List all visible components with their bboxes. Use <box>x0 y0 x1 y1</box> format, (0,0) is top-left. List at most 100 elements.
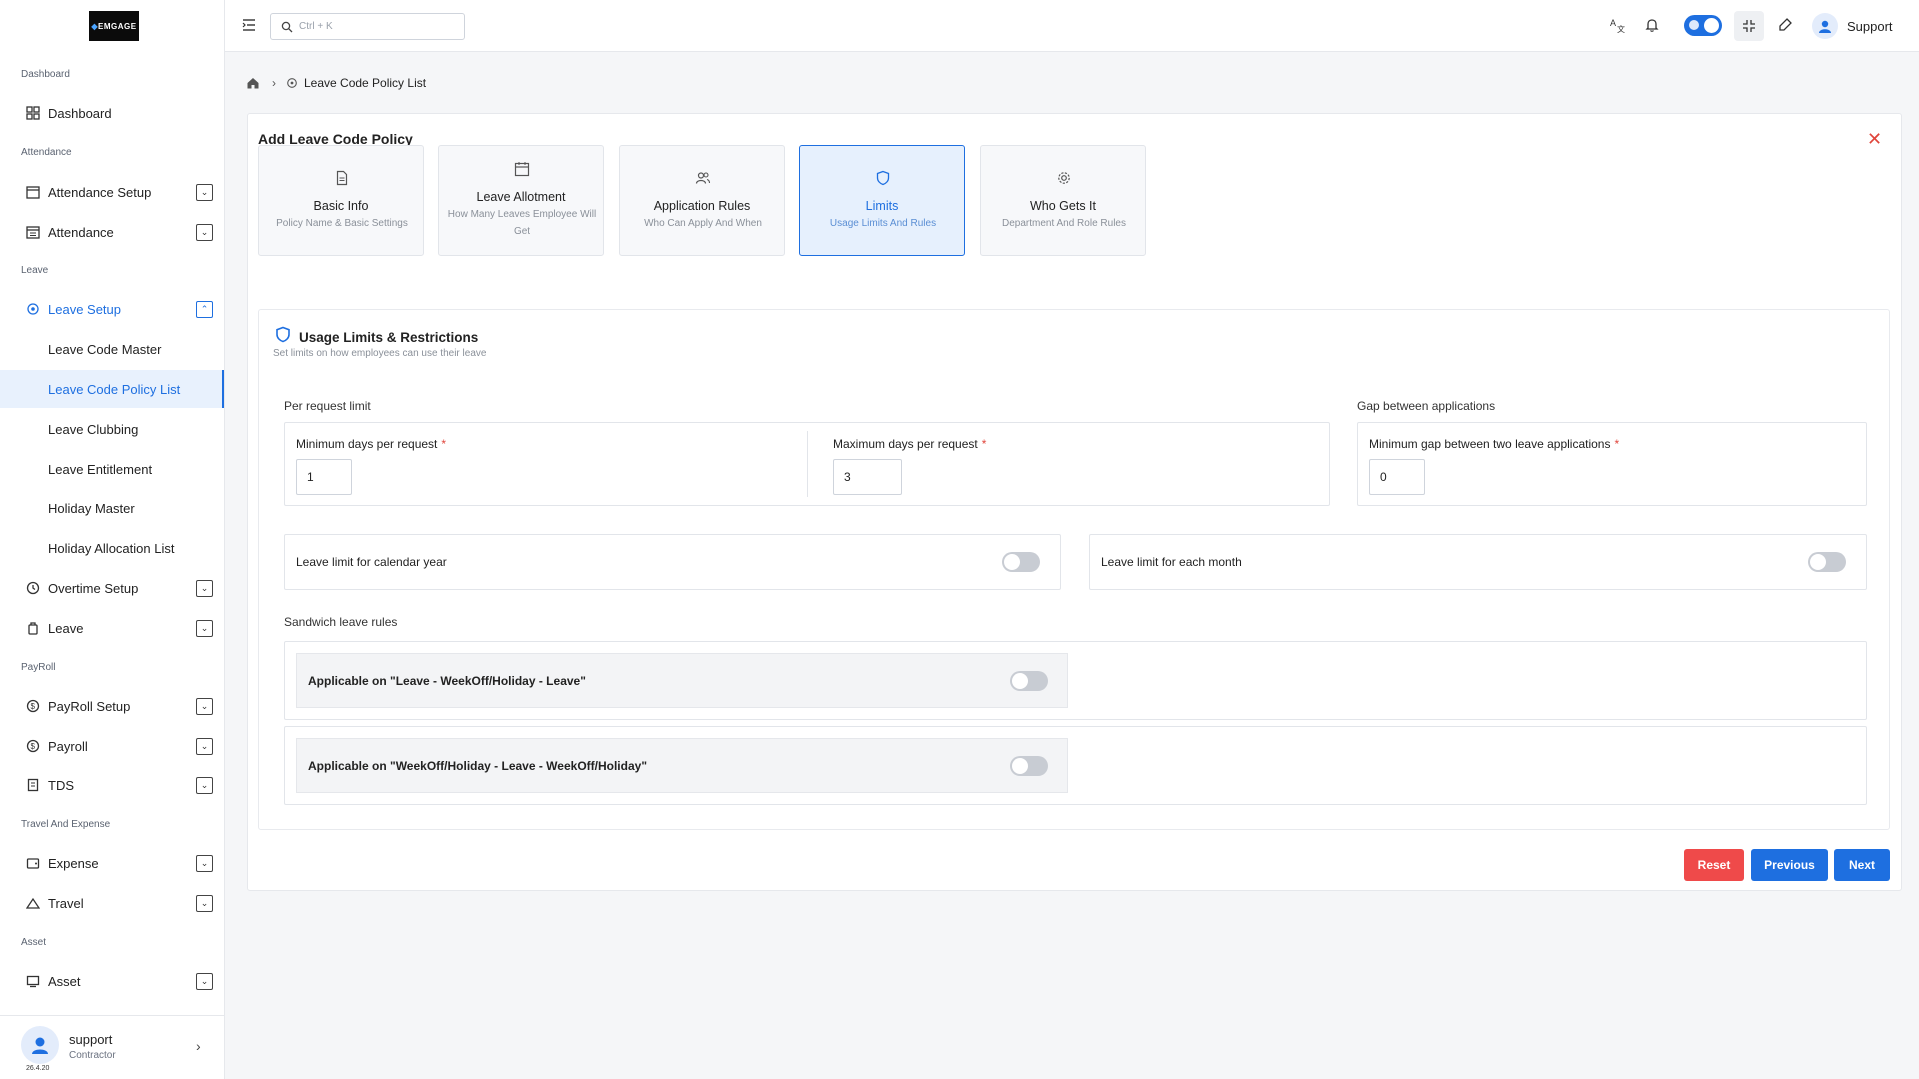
sidebar-subitem-holiday-master[interactable]: Holiday Master <box>0 489 224 527</box>
min-gap-input[interactable]: 0 <box>1369 459 1425 495</box>
gear-icon <box>1056 170 1072 186</box>
sidebar-item-label: TDS <box>48 777 74 793</box>
chevron-down-icon[interactable]: ⌄ <box>196 894 213 912</box>
toggle-knob <box>1704 18 1719 33</box>
sandwich-rule-2-row: Applicable on "WeekOff/Holiday - Leave -… <box>296 738 1068 793</box>
avatar[interactable] <box>1812 13 1838 39</box>
sidebar-item-label: Attendance Setup <box>48 184 152 200</box>
shield-icon <box>875 170 891 186</box>
reset-button[interactable]: Reset <box>1684 849 1744 881</box>
step-who-gets-it[interactable]: Who Gets It Department And Role Rules <box>980 145 1146 256</box>
chevron-down-icon[interactable]: ⌄ <box>196 183 213 201</box>
sidebar-item-attendance-setup[interactable]: Attendance Setup ⌄ <box>0 175 224 209</box>
sidebar-item-travel[interactable]: Travel ⌄ <box>0 886 224 920</box>
brush-icon[interactable] <box>1775 15 1795 35</box>
sidebar-item-payroll[interactable]: $ Payroll ⌄ <box>0 729 224 763</box>
step-leave-allotment[interactable]: Leave Allotment How Many Leaves Employee… <box>438 145 604 256</box>
sidebar-subitem-leave-entitlement[interactable]: Leave Entitlement <box>0 450 224 488</box>
sidebar-item-label: Leave Code Policy List <box>48 381 181 397</box>
svg-text:$: $ <box>31 702 36 711</box>
next-button[interactable]: Next <box>1834 849 1890 881</box>
sandwich-rule-1-label: Applicable on "Leave - WeekOff/Holiday -… <box>308 674 586 688</box>
sandwich-label: Sandwich leave rules <box>284 615 398 629</box>
toggle-knob <box>1004 554 1020 570</box>
chevron-down-icon[interactable]: ⌄ <box>196 579 213 597</box>
breadcrumb-current: Leave Code Policy List <box>304 76 427 90</box>
leave-setup-icon <box>25 301 41 317</box>
per-request-box: Minimum days per request * 1 Maximum days… <box>284 422 1330 506</box>
step-title: Limits <box>865 199 899 213</box>
app-logo[interactable]: ◆ EMGAGE <box>89 11 139 41</box>
search-input[interactable]: Ctrl + K <box>270 13 465 40</box>
breadcrumb: › Leave Code Policy List <box>246 74 426 92</box>
step-title: Application Rules <box>653 199 751 213</box>
chevron-down-icon[interactable]: ⌄ <box>196 737 213 755</box>
menu-toggle-icon[interactable] <box>241 17 257 33</box>
sidebar-item-label: Travel <box>48 895 84 911</box>
receipt-icon <box>25 777 41 793</box>
chevron-down-icon[interactable]: ⌄ <box>196 697 213 715</box>
chevron-down-icon[interactable]: ⌄ <box>196 972 213 990</box>
sidebar-subitem-holiday-allocation-list[interactable]: Holiday Allocation List <box>0 529 224 567</box>
sidebar-item-dashboard[interactable]: Dashboard <box>0 96 224 130</box>
step-application-rules[interactable]: Application Rules Who Can Apply And When <box>619 145 785 256</box>
step-title: Basic Info <box>313 199 369 213</box>
sidebar-item-label: Payroll <box>48 738 88 754</box>
chevron-down-icon[interactable]: ⌄ <box>196 223 213 241</box>
sandwich-rule-2-toggle[interactable] <box>1010 756 1048 776</box>
previous-button[interactable]: Previous <box>1751 849 1828 881</box>
sidebar-item-tds[interactable]: TDS ⌄ <box>0 768 224 802</box>
toggle-knob <box>1810 554 1826 570</box>
sidebar-item-label: Expense <box>48 855 99 871</box>
sidebar-item-attendance[interactable]: Attendance ⌄ <box>0 215 224 249</box>
min-gap-label: Minimum gap between two leave applicatio… <box>1369 437 1620 451</box>
step-basic-info[interactable]: Basic Info Policy Name & Basic Settings <box>258 145 424 256</box>
sidebar-item-asset[interactable]: Asset ⌄ <box>0 964 224 998</box>
search-icon <box>281 21 293 33</box>
sidebar-item-leave[interactable]: Leave ⌄ <box>0 611 224 645</box>
sidebar-subitem-leave-clubbing[interactable]: Leave Clubbing <box>0 410 224 448</box>
sidebar-item-overtime-setup[interactable]: Overtime Setup ⌄ <box>0 571 224 605</box>
min-days-input[interactable]: 1 <box>296 459 352 495</box>
monthly-limit-toggle[interactable] <box>1808 552 1846 572</box>
chevron-down-icon[interactable]: ⌄ <box>196 854 213 872</box>
chevron-up-icon[interactable]: ⌃ <box>196 300 213 318</box>
section-label-asset: Asset <box>21 937 47 948</box>
sidebar-subitem-leave-code-master[interactable]: Leave Code Master <box>0 330 224 368</box>
divider <box>807 431 808 497</box>
chevron-down-icon[interactable]: ⌄ <box>196 776 213 794</box>
chevron-right-icon: › <box>272 76 276 90</box>
sidebar: ◆ EMGAGE Dashboard Dashboard Attendance A… <box>0 0 225 1079</box>
calendar-year-limit-label: Leave limit for calendar year <box>296 555 447 569</box>
home-icon[interactable] <box>246 76 260 90</box>
sidebar-item-expense[interactable]: Expense ⌄ <box>0 846 224 880</box>
per-request-label: Per request limit <box>284 399 371 413</box>
step-limits[interactable]: Limits Usage Limits And Rules <box>799 145 965 256</box>
translate-icon[interactable]: A文 <box>1607 15 1627 35</box>
sidebar-user-profile[interactable]: 26.4.20 support Contractor › <box>0 1015 224 1079</box>
calendar-icon <box>25 224 41 240</box>
usage-limits-section: Usage Limits & Restrictions Set limits o… <box>258 309 1890 830</box>
bell-icon[interactable] <box>1642 15 1662 35</box>
users-icon <box>695 170 711 186</box>
sandwich-rule-1-toggle[interactable] <box>1010 671 1048 691</box>
sidebar-item-payroll-setup[interactable]: $ PayRoll Setup ⌄ <box>0 689 224 723</box>
top-user-name[interactable]: Support <box>1847 19 1893 34</box>
monthly-limit-row: Leave limit for each month <box>1089 534 1867 590</box>
wallet-icon <box>25 855 41 871</box>
chevron-right-icon[interactable]: › <box>196 1038 201 1054</box>
sidebar-subitem-leave-code-policy-list[interactable]: Leave Code Policy List <box>0 370 224 408</box>
sidebar-item-leave-setup[interactable]: Leave Setup ⌃ <box>0 292 224 326</box>
fullscreen-exit-icon[interactable] <box>1734 11 1764 41</box>
close-icon[interactable]: ✕ <box>1867 130 1882 148</box>
theme-toggle[interactable] <box>1684 15 1722 36</box>
toggle-knob <box>1012 673 1028 689</box>
travel-icon <box>25 895 41 911</box>
sidebar-item-label: Holiday Allocation List <box>48 540 175 556</box>
user-name: support <box>69 1032 113 1047</box>
calendar-year-limit-toggle[interactable] <box>1002 552 1040 572</box>
max-days-input[interactable]: 3 <box>833 459 902 495</box>
chevron-down-icon[interactable]: ⌄ <box>196 619 213 637</box>
step-title: Who Gets It <box>1030 199 1096 213</box>
leave-setup-icon <box>286 77 298 89</box>
